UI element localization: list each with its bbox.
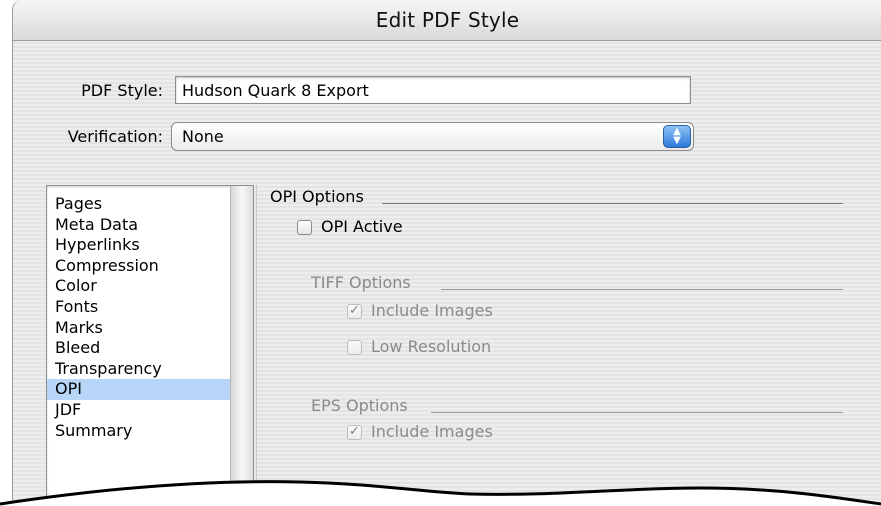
tiff-include-images-checkbox[interactable]: ✓: [347, 304, 362, 319]
eps-include-images-label[interactable]: Include Images: [371, 422, 493, 441]
tiff-low-resolution-checkbox[interactable]: [347, 340, 362, 355]
list-item-transparency[interactable]: Transparency: [47, 359, 230, 380]
list-item-marks[interactable]: Marks: [47, 318, 230, 339]
torn-edge-decoration: [0, 480, 881, 506]
up-down-arrows-icon[interactable]: ▲ ▼: [663, 125, 691, 148]
opi-options-rule: [382, 203, 843, 204]
opi-active-checkbox[interactable]: [297, 220, 312, 235]
verification-popup[interactable]: None ▲ ▼: [171, 122, 694, 151]
list-item-compression[interactable]: Compression: [47, 256, 230, 277]
list-item-summary[interactable]: Summary: [47, 421, 230, 442]
checkmark-icon: ✓: [349, 424, 360, 439]
verification-label: Verification:: [67, 127, 163, 146]
eps-include-images-checkbox[interactable]: ✓: [347, 425, 362, 440]
list-item-color[interactable]: Color: [47, 276, 230, 297]
window-title: Edit PDF Style: [375, 8, 520, 32]
opi-options-title: OPI Options: [270, 187, 364, 206]
list-item-fonts[interactable]: Fonts: [47, 297, 230, 318]
opi-active-label[interactable]: OPI Active: [321, 217, 403, 236]
list-item-hyperlinks[interactable]: Hyperlinks: [47, 235, 230, 256]
list-item-jdf[interactable]: JDF: [47, 400, 230, 421]
list-item-pages[interactable]: Pages: [47, 194, 230, 215]
list-item-meta-data[interactable]: Meta Data: [47, 215, 230, 236]
tiff-options-title: TIFF Options: [311, 273, 411, 292]
list-item-opi[interactable]: OPI: [47, 379, 230, 400]
pdf-style-label: PDF Style:: [81, 81, 163, 100]
pdf-style-input[interactable]: Hudson Quark 8 Export: [175, 76, 691, 104]
tiff-include-images-label[interactable]: Include Images: [371, 301, 493, 320]
eps-options-title: EPS Options: [311, 396, 408, 415]
title-bar[interactable]: Edit PDF Style: [13, 0, 881, 41]
checkmark-icon: ✓: [349, 303, 360, 318]
eps-options-rule: [431, 412, 843, 413]
tiff-options-rule: [441, 289, 843, 290]
list-item-bleed[interactable]: Bleed: [47, 338, 230, 359]
tiff-low-resolution-label[interactable]: Low Resolution: [371, 337, 491, 356]
verification-selected-value: None: [182, 127, 224, 146]
edit-pdf-style-dialog: Edit PDF Style PDF Style: Hudson Quark 8…: [12, 0, 881, 506]
